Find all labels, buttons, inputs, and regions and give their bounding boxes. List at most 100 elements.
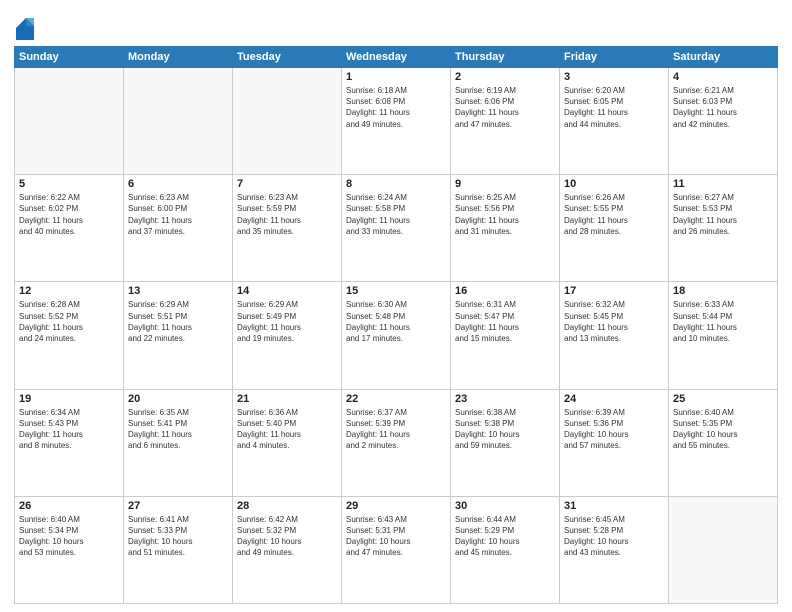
day-cell: 1 Sunrise: 6:18 AM Sunset: 6:08 PM Daylig… (342, 68, 451, 175)
day-number: 21 (237, 393, 337, 405)
logo (14, 14, 38, 42)
day-cell: 10Sunrise: 6:26 AM Sunset: 5:55 PM Dayli… (560, 175, 669, 282)
day-cell (124, 68, 233, 175)
day-cell: 5 Sunrise: 6:22 AM Sunset: 6:02 PM Daylig… (15, 175, 124, 282)
header-cell-monday: Monday (124, 47, 233, 68)
day-info: Sunrise: 6:36 AM Sunset: 5:40 PM Dayligh… (237, 407, 337, 452)
day-cell (233, 68, 342, 175)
header-cell-saturday: Saturday (669, 47, 778, 68)
day-info: Sunrise: 6:40 AM Sunset: 5:34 PM Dayligh… (19, 514, 119, 559)
day-info: Sunrise: 6:31 AM Sunset: 5:47 PM Dayligh… (455, 299, 555, 344)
day-info: Sunrise: 6:21 AM Sunset: 6:03 PM Dayligh… (673, 85, 773, 130)
day-number: 29 (346, 500, 446, 512)
day-number: 28 (237, 500, 337, 512)
day-cell: 20Sunrise: 6:35 AM Sunset: 5:41 PM Dayli… (124, 389, 233, 496)
calendar: SundayMondayTuesdayWednesdayThursdayFrid… (14, 46, 778, 604)
day-cell: 8 Sunrise: 6:24 AM Sunset: 5:58 PM Daylig… (342, 175, 451, 282)
day-number: 14 (237, 285, 337, 297)
day-number: 2 (455, 71, 555, 83)
calendar-body: 1 Sunrise: 6:18 AM Sunset: 6:08 PM Daylig… (15, 68, 778, 604)
day-info: Sunrise: 6:40 AM Sunset: 5:35 PM Dayligh… (673, 407, 773, 452)
day-number: 7 (237, 178, 337, 190)
day-number: 8 (346, 178, 446, 190)
day-cell: 13 Sunrise: 6:29 AM Sunset: 5:51 PM Dayli… (124, 282, 233, 389)
day-cell: 18 Sunrise: 6:33 AM Sunset: 5:44 PM Dayli… (669, 282, 778, 389)
day-number: 5 (19, 178, 119, 190)
week-row-3: 12Sunrise: 6:28 AM Sunset: 5:52 PM Dayli… (15, 282, 778, 389)
day-info: Sunrise: 6:23 AM Sunset: 6:00 PM Dayligh… (128, 192, 228, 237)
day-cell: 11 Sunrise: 6:27 AM Sunset: 5:53 PM Dayli… (669, 175, 778, 282)
day-number: 22 (346, 393, 446, 405)
day-cell: 22 Sunrise: 6:37 AM Sunset: 5:39 PM Dayli… (342, 389, 451, 496)
day-number: 24 (564, 393, 664, 405)
day-cell: 28 Sunrise: 6:42 AM Sunset: 5:32 PM Dayli… (233, 496, 342, 603)
day-cell: 12Sunrise: 6:28 AM Sunset: 5:52 PM Dayli… (15, 282, 124, 389)
day-number: 12 (19, 285, 119, 297)
day-info: Sunrise: 6:22 AM Sunset: 6:02 PM Dayligh… (19, 192, 119, 237)
day-cell: 7 Sunrise: 6:23 AM Sunset: 5:59 PM Daylig… (233, 175, 342, 282)
day-number: 6 (128, 178, 228, 190)
calendar-header: SundayMondayTuesdayWednesdayThursdayFrid… (15, 47, 778, 68)
day-cell: 14 Sunrise: 6:29 AM Sunset: 5:49 PM Dayli… (233, 282, 342, 389)
header-cell-thursday: Thursday (451, 47, 560, 68)
day-number: 23 (455, 393, 555, 405)
day-cell: 9Sunrise: 6:25 AM Sunset: 5:56 PM Daylig… (451, 175, 560, 282)
day-info: Sunrise: 6:37 AM Sunset: 5:39 PM Dayligh… (346, 407, 446, 452)
day-cell: 25 Sunrise: 6:40 AM Sunset: 5:35 PM Dayli… (669, 389, 778, 496)
day-info: Sunrise: 6:29 AM Sunset: 5:51 PM Dayligh… (128, 299, 228, 344)
day-info: Sunrise: 6:42 AM Sunset: 5:32 PM Dayligh… (237, 514, 337, 559)
header-cell-wednesday: Wednesday (342, 47, 451, 68)
day-info: Sunrise: 6:33 AM Sunset: 5:44 PM Dayligh… (673, 299, 773, 344)
day-info: Sunrise: 6:45 AM Sunset: 5:28 PM Dayligh… (564, 514, 664, 559)
day-info: Sunrise: 6:19 AM Sunset: 6:06 PM Dayligh… (455, 85, 555, 130)
day-cell: 26 Sunrise: 6:40 AM Sunset: 5:34 PM Dayli… (15, 496, 124, 603)
header (14, 10, 778, 42)
day-cell: 15 Sunrise: 6:30 AM Sunset: 5:48 PM Dayli… (342, 282, 451, 389)
week-row-2: 5 Sunrise: 6:22 AM Sunset: 6:02 PM Daylig… (15, 175, 778, 282)
day-info: Sunrise: 6:20 AM Sunset: 6:05 PM Dayligh… (564, 85, 664, 130)
day-number: 17 (564, 285, 664, 297)
day-number: 15 (346, 285, 446, 297)
day-number: 25 (673, 393, 773, 405)
day-cell: 2 Sunrise: 6:19 AM Sunset: 6:06 PM Daylig… (451, 68, 560, 175)
logo-icon (14, 14, 36, 42)
day-number: 20 (128, 393, 228, 405)
day-info: Sunrise: 6:43 AM Sunset: 5:31 PM Dayligh… (346, 514, 446, 559)
day-cell: 29 Sunrise: 6:43 AM Sunset: 5:31 PM Dayli… (342, 496, 451, 603)
day-cell (669, 496, 778, 603)
day-info: Sunrise: 6:34 AM Sunset: 5:43 PM Dayligh… (19, 407, 119, 452)
day-number: 4 (673, 71, 773, 83)
day-info: Sunrise: 6:24 AM Sunset: 5:58 PM Dayligh… (346, 192, 446, 237)
week-row-1: 1 Sunrise: 6:18 AM Sunset: 6:08 PM Daylig… (15, 68, 778, 175)
day-number: 18 (673, 285, 773, 297)
day-info: Sunrise: 6:41 AM Sunset: 5:33 PM Dayligh… (128, 514, 228, 559)
day-info: Sunrise: 6:29 AM Sunset: 5:49 PM Dayligh… (237, 299, 337, 344)
header-cell-friday: Friday (560, 47, 669, 68)
header-cell-sunday: Sunday (15, 47, 124, 68)
day-number: 16 (455, 285, 555, 297)
day-cell: 16 Sunrise: 6:31 AM Sunset: 5:47 PM Dayli… (451, 282, 560, 389)
day-cell: 27 Sunrise: 6:41 AM Sunset: 5:33 PM Dayli… (124, 496, 233, 603)
day-number: 30 (455, 500, 555, 512)
day-cell: 31Sunrise: 6:45 AM Sunset: 5:28 PM Dayli… (560, 496, 669, 603)
day-info: Sunrise: 6:32 AM Sunset: 5:45 PM Dayligh… (564, 299, 664, 344)
day-info: Sunrise: 6:18 AM Sunset: 6:08 PM Dayligh… (346, 85, 446, 130)
day-cell: 24 Sunrise: 6:39 AM Sunset: 5:36 PM Dayli… (560, 389, 669, 496)
day-number: 19 (19, 393, 119, 405)
day-info: Sunrise: 6:27 AM Sunset: 5:53 PM Dayligh… (673, 192, 773, 237)
day-cell: 6 Sunrise: 6:23 AM Sunset: 6:00 PM Daylig… (124, 175, 233, 282)
day-info: Sunrise: 6:44 AM Sunset: 5:29 PM Dayligh… (455, 514, 555, 559)
header-row: SundayMondayTuesdayWednesdayThursdayFrid… (15, 47, 778, 68)
day-number: 13 (128, 285, 228, 297)
day-info: Sunrise: 6:30 AM Sunset: 5:48 PM Dayligh… (346, 299, 446, 344)
day-info: Sunrise: 6:39 AM Sunset: 5:36 PM Dayligh… (564, 407, 664, 452)
day-cell: 4 Sunrise: 6:21 AM Sunset: 6:03 PM Daylig… (669, 68, 778, 175)
day-info: Sunrise: 6:23 AM Sunset: 5:59 PM Dayligh… (237, 192, 337, 237)
week-row-5: 26 Sunrise: 6:40 AM Sunset: 5:34 PM Dayli… (15, 496, 778, 603)
day-number: 27 (128, 500, 228, 512)
day-cell: 30 Sunrise: 6:44 AM Sunset: 5:29 PM Dayli… (451, 496, 560, 603)
day-number: 1 (346, 71, 446, 83)
day-number: 11 (673, 178, 773, 190)
day-info: Sunrise: 6:26 AM Sunset: 5:55 PM Dayligh… (564, 192, 664, 237)
day-number: 26 (19, 500, 119, 512)
